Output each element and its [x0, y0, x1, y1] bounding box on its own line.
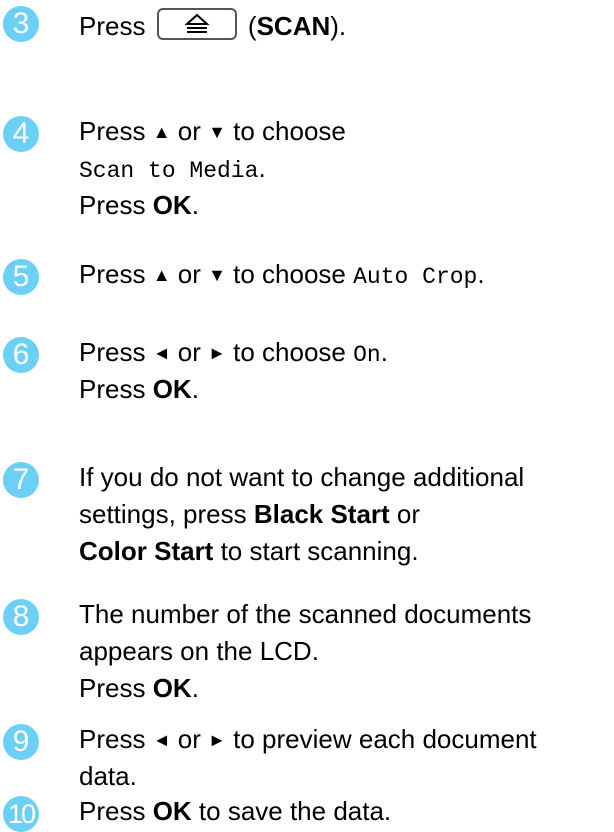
arrow-right-icon: ►: [208, 730, 226, 750]
text-run: to choose: [225, 259, 354, 289]
bold-key-label: Black Start: [253, 499, 390, 529]
step-text-line: Color Start to start scanning.: [79, 536, 419, 566]
text-run: .: [380, 337, 388, 367]
scan-icon: [184, 13, 210, 33]
text-run: settings, press: [79, 499, 254, 529]
step-number-badge: 4: [3, 116, 39, 152]
text-run: .: [258, 153, 266, 183]
bold-key-label: Color Start: [79, 536, 214, 566]
text-run: Press: [79, 724, 153, 754]
text-run: .: [477, 259, 485, 289]
step-number-badge: 7: [3, 462, 39, 498]
step-text-line: appears on the LCD.: [79, 636, 319, 666]
bold-key-label: OK: [152, 673, 192, 703]
text-run: .: [191, 673, 199, 703]
arrow-up-icon: ▲: [152, 265, 171, 285]
step-text-line: The number of the scanned documents: [79, 599, 531, 629]
step-text-line: settings, press Black Start or: [79, 499, 420, 529]
step-number-badge: 5: [3, 259, 39, 295]
step-text-line: Press OK.: [79, 673, 199, 703]
text-run: data.: [79, 761, 137, 791]
text-run: The number of the scanned documents: [79, 599, 532, 629]
arrow-down-icon: ▼: [208, 122, 226, 142]
arrow-right-icon: ►: [208, 343, 226, 363]
arrow-left-icon: ◄: [152, 343, 171, 363]
step-text-line: Press ▲ or ▼ to choose Auto Crop.: [79, 259, 485, 292]
text-run: Press: [79, 673, 153, 703]
text-run: Press: [79, 190, 153, 220]
lcd-menu-text: Auto Crop: [353, 264, 478, 290]
step-number-badge: 6: [3, 337, 39, 373]
step-text-line: Press (SCAN).: [79, 8, 346, 41]
text-run: (: [240, 11, 257, 41]
bold-key-label: OK: [152, 374, 192, 404]
text-run: Press: [79, 796, 153, 826]
text-run: Press: [79, 374, 153, 404]
text-run: or: [170, 337, 209, 367]
step-number-badge: 8: [3, 599, 39, 635]
step-text-line: Press OK.: [79, 374, 199, 404]
bold-key-label: SCAN: [256, 11, 331, 41]
arrow-up-icon: ▲: [152, 122, 171, 142]
step-number-badge: 9: [3, 724, 39, 760]
text-run: to preview each document: [225, 724, 537, 754]
text-run: to choose: [225, 116, 346, 146]
step-text-line: If you do not want to change additional: [79, 462, 524, 492]
step-number-badge: 3: [3, 6, 39, 42]
text-run: Press: [79, 337, 153, 367]
arrow-down-icon: ▼: [208, 265, 226, 285]
text-run: ).: [330, 11, 347, 41]
text-run: to save the data.: [191, 796, 392, 826]
step-text-line: Press ◄ or ► to choose On.: [79, 337, 388, 370]
text-run: Press: [79, 259, 153, 289]
arrow-left-icon: ◄: [152, 730, 171, 750]
step-number-badge: 10: [3, 796, 39, 832]
lcd-menu-text: On: [353, 342, 381, 368]
step-text-line: Scan to Media.: [79, 153, 266, 186]
step-text-line: Press OK.: [79, 190, 199, 220]
text-run: Press: [79, 116, 153, 146]
text-run: .: [191, 190, 199, 220]
text-run: Press: [79, 11, 153, 41]
step-text-line: data.: [79, 761, 137, 791]
text-run: or: [170, 259, 209, 289]
bold-key-label: OK: [152, 796, 192, 826]
step-text-line: Press ▲ or ▼ to choose: [79, 116, 346, 147]
step-text-line: Press OK to save the data.: [79, 796, 391, 826]
text-run: If you do not want to change additional: [79, 462, 525, 492]
text-run: or: [389, 499, 421, 529]
text-run: or: [170, 724, 209, 754]
text-run: or: [170, 116, 209, 146]
text-run: appears on the LCD.: [79, 636, 319, 666]
scan-button-icon: [156, 8, 237, 40]
step-text-line: Press ◄ or ► to preview each document: [79, 724, 537, 755]
lcd-menu-text: Scan to Media: [79, 158, 259, 184]
text-run: to start scanning.: [213, 536, 419, 566]
text-run: to choose: [225, 337, 354, 367]
text-run: .: [191, 374, 199, 404]
bold-key-label: OK: [152, 190, 192, 220]
